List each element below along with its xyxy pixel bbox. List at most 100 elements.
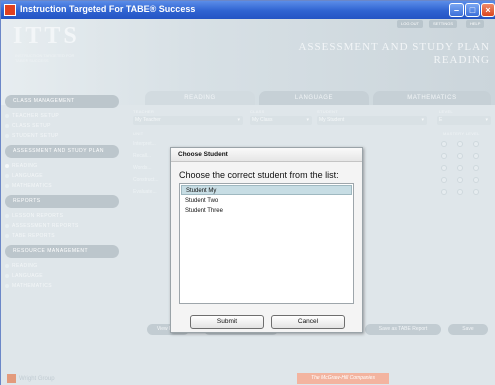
sidebar-item-label: READING [12, 263, 38, 269]
sidebar-item-tabe-reports[interactable]: TABE REPORTS [5, 233, 55, 240]
class-select[interactable]: My Class ▾ [250, 116, 312, 125]
unit-row: Interpret... [133, 141, 156, 147]
sidebar-item-assessment-reports[interactable]: ASSESSMENT REPORTS [5, 223, 79, 230]
sidebar-item-mathematics[interactable]: MATHEMATICS [5, 183, 52, 190]
submit-button[interactable]: Submit [190, 315, 264, 329]
sidebar-heading-assessment[interactable]: ASSESSMENT AND STUDY PLAN [5, 145, 119, 158]
sidebar-item-label: TABE REPORTS [12, 233, 55, 239]
teacher-label: TEACHER [133, 109, 155, 114]
level-label: LEVEL [439, 109, 453, 114]
unit-row: Evaluate... [133, 189, 157, 195]
bullet-icon [5, 183, 9, 188]
footer-brand-label: Wright Group [19, 376, 55, 383]
bullet-icon [5, 273, 9, 278]
sidebar-item-resource-language[interactable]: LANGUAGE [5, 273, 43, 280]
mastery-radio[interactable] [473, 177, 479, 183]
mastery-radio[interactable] [441, 165, 447, 171]
mastery-radio[interactable] [473, 153, 479, 159]
list-item[interactable]: Student Two [181, 196, 352, 206]
tab-language[interactable]: LANGUAGE [259, 91, 369, 105]
mastery-radio[interactable] [441, 141, 447, 147]
settings-link[interactable]: SETTINGS [429, 20, 458, 28]
sidebar-heading-resource-management[interactable]: RESOURCE MANAGEMENT [5, 245, 119, 258]
chevron-down-icon: ▾ [421, 117, 424, 123]
dialog-prompt: Choose the correct student from the list… [179, 170, 339, 180]
logo: ITTS [13, 23, 80, 49]
dialog-title: Choose Student [171, 148, 362, 162]
help-link[interactable]: HELP [466, 20, 485, 28]
teacher-select[interactable]: My Teacher ▾ [133, 116, 243, 125]
logout-link[interactable]: LOG OUT [397, 20, 424, 28]
tab-reading[interactable]: READING [145, 91, 255, 105]
level-value: E [439, 117, 443, 123]
student-list[interactable]: Student My Student Two Student Three [179, 183, 354, 304]
bullet-icon [5, 233, 9, 238]
mastery-radio[interactable] [441, 153, 447, 159]
mastery-label: MASTERY LEVEL [443, 131, 480, 136]
sidebar-item-teacher-setup[interactable]: TEACHER SETUP [5, 113, 59, 120]
mastery-radio[interactable] [457, 141, 463, 147]
bullet-icon [5, 133, 9, 138]
sidebar-heading-reports[interactable]: REPORTS [5, 195, 119, 208]
sidebar-item-label: TEACHER SETUP [12, 113, 60, 119]
bullet-icon [5, 283, 9, 288]
cancel-button[interactable]: Cancel [271, 315, 345, 329]
brand-logo-icon [7, 374, 16, 383]
mastery-radio[interactable] [473, 189, 479, 195]
level-select[interactable]: E ▾ [437, 116, 491, 125]
list-item[interactable]: Student Three [181, 206, 352, 216]
choose-student-dialog: Choose Student Choose the correct studen… [170, 147, 363, 333]
minimize-button[interactable]: – [449, 3, 464, 17]
save-as-tabe-report-button[interactable]: Save as TABE Report [365, 324, 441, 335]
publisher-badge: The McGraw-Hill Companies [297, 373, 389, 384]
close-button[interactable]: × [481, 3, 495, 17]
bullet-icon [5, 263, 9, 268]
sidebar-heading-class-management[interactable]: CLASS MANAGEMENT [5, 95, 119, 108]
unit-label: UNIT [133, 131, 144, 136]
sidebar-item-label: ASSESSMENT REPORTS [12, 223, 79, 229]
window-title: Instruction Targeted For TABE® Success [20, 4, 196, 14]
unit-row: Construct... [133, 177, 159, 183]
sidebar-item-class-setup[interactable]: CLASS SETUP [5, 123, 51, 130]
list-item[interactable]: Student My [181, 185, 352, 195]
class-value: My Class [252, 117, 273, 123]
mastery-radio[interactable] [457, 189, 463, 195]
chevron-down-icon: ▾ [485, 117, 488, 123]
unit-row: Words... [133, 165, 152, 171]
sidebar-item-student-setup[interactable]: STUDENT SETUP [5, 133, 59, 140]
app-window: Instruction Targeted For TABE® Success –… [0, 0, 495, 385]
sidebar-item-resource-reading[interactable]: READING [5, 263, 38, 270]
bullet-icon [5, 223, 9, 228]
sidebar-item-resource-mathematics[interactable]: MATHEMATICS [5, 283, 52, 290]
bullet-icon [5, 173, 9, 178]
chevron-down-icon: ▾ [237, 117, 240, 123]
student-value: My Student [319, 117, 345, 123]
chevron-down-icon: ▾ [306, 117, 309, 123]
mastery-radio[interactable] [457, 153, 463, 159]
mastery-radio[interactable] [441, 189, 447, 195]
footer: Wright Group The McGraw-Hill Companies [1, 372, 495, 385]
sidebar-item-lesson-reports[interactable]: LESSON REPORTS [5, 213, 63, 220]
bullet-icon [5, 213, 9, 218]
app-icon [4, 4, 16, 16]
page-title: ASSESSMENT AND STUDY PLAN [298, 41, 490, 53]
class-label: CLASS [250, 109, 265, 114]
sidebar-item-label: LANGUAGE [12, 273, 43, 279]
bullet-icon [5, 123, 9, 128]
maximize-button[interactable]: □ [465, 3, 480, 17]
student-label: STUDENT [317, 109, 338, 114]
sidebar: CLASS MANAGEMENT TEACHER SETUP CLASS SET… [1, 91, 123, 353]
tab-mathematics[interactable]: MATHEMATICS [373, 91, 491, 105]
sidebar-item-language[interactable]: LANGUAGE [5, 173, 43, 180]
mastery-radio[interactable] [441, 177, 447, 183]
mastery-radio[interactable] [473, 141, 479, 147]
save-button[interactable]: Save [448, 324, 488, 335]
sidebar-item-label: MATHEMATICS [12, 283, 53, 289]
mastery-radio[interactable] [457, 165, 463, 171]
mastery-radio[interactable] [457, 177, 463, 183]
sidebar-item-reading[interactable]: READING [5, 163, 38, 170]
mastery-radio[interactable] [473, 165, 479, 171]
logo-subtitle: INSTRUCTION TARGETED FOR TABE® SUCCESS [15, 53, 75, 63]
page-subtitle: READING [433, 54, 490, 66]
student-select[interactable]: My Student ▾ [317, 116, 427, 125]
